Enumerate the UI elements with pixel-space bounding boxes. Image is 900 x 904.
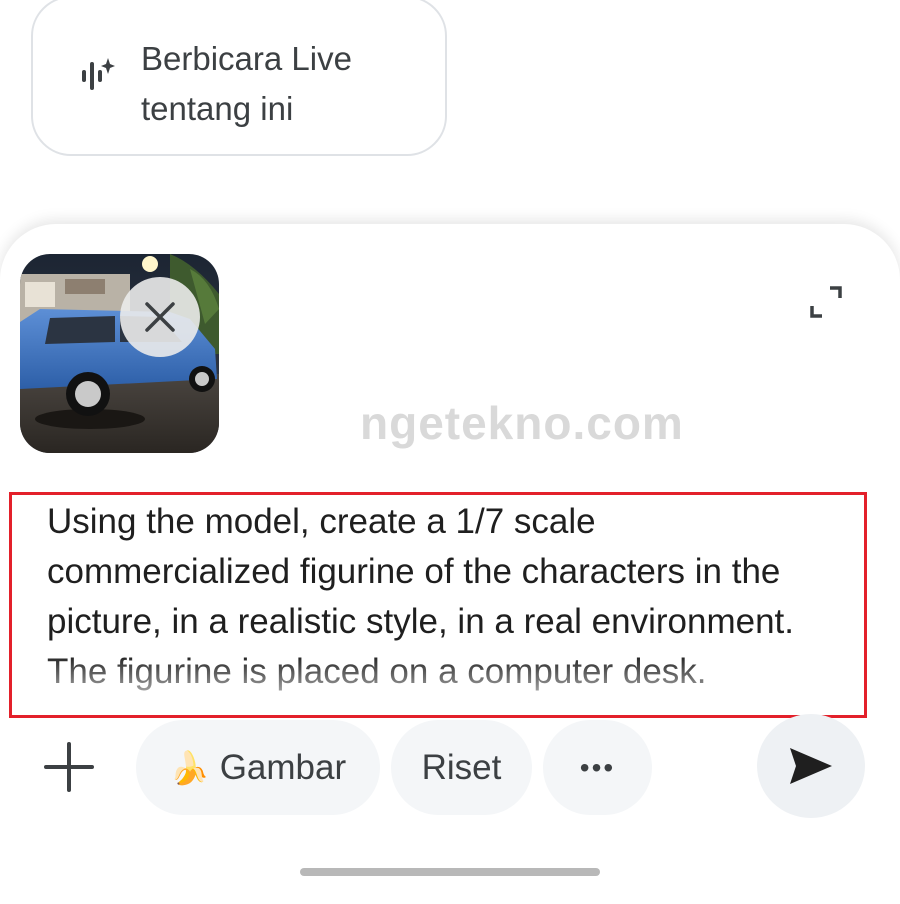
send-icon: [790, 748, 832, 784]
text-fade: [12, 655, 864, 715]
send-button[interactable]: [757, 714, 865, 818]
watermark: ngetekno.com: [360, 397, 684, 449]
more-dots-icon: •••: [579, 751, 616, 783]
close-icon: [145, 302, 175, 332]
image-chip-label: Gambar: [219, 747, 347, 787]
talk-live-label: Berbicara Live tentang ini: [141, 40, 352, 127]
banana-icon: 🍌: [169, 749, 210, 786]
image-tool-chip[interactable]: 🍌 Gambar: [136, 720, 380, 815]
expand-icon[interactable]: [806, 282, 846, 322]
research-tool-chip[interactable]: Riset: [391, 720, 532, 815]
live-waveform-sparkle-icon: [82, 58, 115, 90]
remove-attachment-button[interactable]: [120, 277, 200, 357]
talk-live-button[interactable]: Berbicara Live tentang ini: [31, 0, 447, 156]
plus-icon[interactable]: [40, 738, 98, 796]
home-indicator[interactable]: [300, 868, 600, 876]
attachment-thumbnail[interactable]: [20, 254, 219, 453]
prompt-input[interactable]: Using the model, create a 1/7 scale comm…: [9, 492, 867, 718]
research-chip-label: Riset: [421, 747, 502, 787]
more-tools-button[interactable]: •••: [543, 720, 652, 815]
car-photo: [20, 254, 219, 453]
